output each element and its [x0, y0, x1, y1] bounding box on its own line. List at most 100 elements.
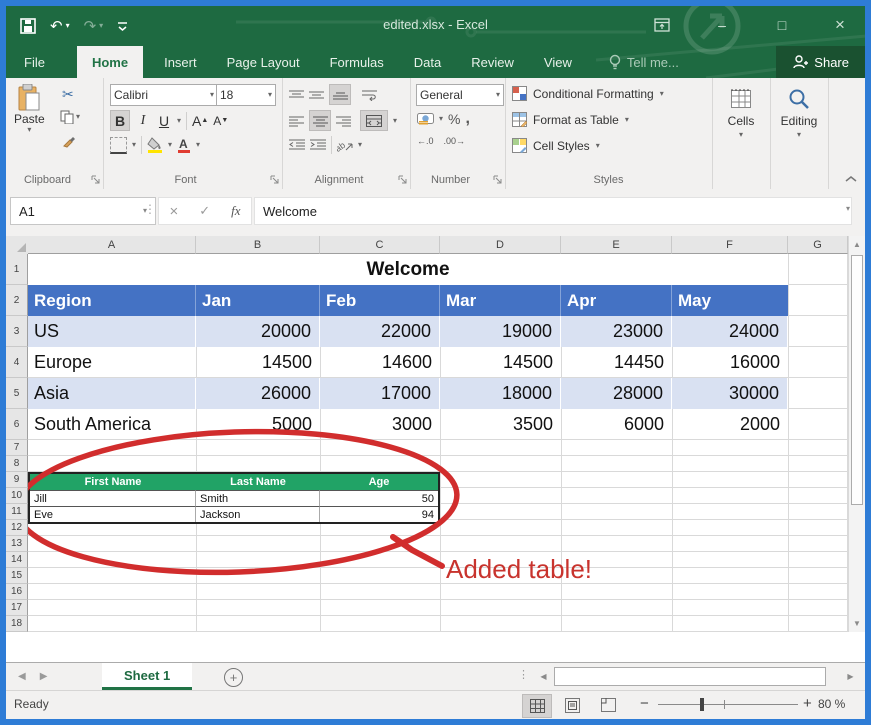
row-header[interactable]: 12	[6, 520, 28, 536]
cell[interactable]: 2000	[672, 409, 788, 440]
cell[interactable]: Europe	[28, 347, 196, 378]
cell[interactable]: Eve	[30, 506, 196, 522]
cell[interactable]: 14600	[320, 347, 440, 378]
vertical-scroll-thumb[interactable]	[851, 255, 863, 505]
cell[interactable]: Jan	[196, 285, 320, 316]
zoom-slider-track[interactable]	[658, 704, 798, 705]
comma-style-button[interactable]: ,	[465, 110, 469, 128]
decrease-decimal-button[interactable]: .00→	[444, 136, 466, 146]
cell[interactable]: 14450	[561, 347, 672, 378]
row-header[interactable]: 5	[6, 378, 28, 409]
redo-button[interactable]: ↷ ▾	[84, 17, 104, 35]
row-header[interactable]: 15	[6, 568, 28, 584]
paste-button[interactable]: Paste ▾	[14, 84, 45, 134]
cell[interactable]: Region	[28, 285, 196, 316]
cut-button[interactable]: ✂	[62, 86, 74, 103]
vertical-scrollbar[interactable]: ▲ ▼	[848, 236, 865, 632]
row-header[interactable]: 7	[6, 440, 28, 456]
number-format-select[interactable]: General ▾	[416, 84, 504, 106]
cells-area[interactable]: Welcome Region Jan Feb Mar Apr May US 20…	[28, 254, 848, 632]
close-button[interactable]: ×	[818, 12, 862, 38]
select-all-corner[interactable]	[6, 236, 29, 255]
cell[interactable]: May	[672, 285, 788, 316]
cell[interactable]: Mar	[440, 285, 561, 316]
cell[interactable]: Asia	[28, 378, 196, 409]
cells-button[interactable]: Cells ▾	[712, 88, 770, 139]
cell[interactable]: 17000	[320, 378, 440, 409]
decrease-font-size-button[interactable]: A▼	[213, 114, 228, 128]
cell[interactable]: Smith	[196, 490, 320, 506]
row-header[interactable]: 18	[6, 616, 28, 632]
cell[interactable]: Feb	[320, 285, 440, 316]
save-button[interactable]	[20, 18, 36, 34]
cell[interactable]: 14500	[196, 347, 320, 378]
merge-center-button[interactable]	[360, 110, 388, 131]
cell[interactable]: US	[28, 316, 196, 347]
row-header[interactable]: 4	[6, 347, 28, 378]
align-right-button[interactable]	[336, 115, 351, 127]
cell[interactable]: 24000	[672, 316, 788, 347]
cell[interactable]: Last Name	[196, 474, 320, 490]
cell[interactable]: 16000	[672, 347, 788, 378]
font-color-button[interactable]: A	[177, 137, 191, 153]
row-header[interactable]: 2	[6, 285, 28, 316]
column-header-a[interactable]: A	[28, 236, 196, 254]
cell[interactable]: 5000	[196, 409, 320, 440]
increase-decimal-button[interactable]: ←.0	[417, 136, 434, 146]
fill-color-button[interactable]	[147, 137, 163, 153]
cell[interactable]: 19000	[440, 316, 561, 347]
dialog-launcher-icon[interactable]	[493, 175, 502, 184]
customize-qat-button[interactable]	[117, 20, 128, 32]
font-size-select[interactable]: 18 ▾	[216, 84, 276, 106]
formula-bar-splitter[interactable]: ⋮	[144, 202, 156, 216]
row-header[interactable]: 3	[6, 316, 28, 347]
cell[interactable]: Jill	[30, 490, 196, 506]
cell[interactable]: 3000	[320, 409, 440, 440]
scroll-left-button[interactable]: ◀	[535, 667, 552, 686]
column-header-g[interactable]: G	[788, 236, 848, 254]
tab-view[interactable]: View	[529, 46, 587, 78]
row-header[interactable]: 1	[6, 254, 28, 285]
collapse-ribbon-button[interactable]	[845, 175, 857, 183]
tab-formulas[interactable]: Formulas	[315, 46, 399, 78]
page-break-preview-button[interactable]	[594, 694, 622, 716]
column-header-b[interactable]: B	[196, 236, 320, 254]
row-header[interactable]: 17	[6, 600, 28, 616]
tell-me-box[interactable]: Tell me...	[597, 46, 691, 78]
cell[interactable]: 20000	[196, 316, 320, 347]
previous-sheet-button[interactable]: ◀	[18, 671, 26, 682]
cell[interactable]: 22000	[320, 316, 440, 347]
format-as-table-button[interactable]: Format as Table ▾	[512, 112, 629, 127]
cell[interactable]: Jackson	[196, 506, 320, 522]
align-left-button[interactable]	[289, 115, 304, 127]
new-sheet-button[interactable]: +	[224, 668, 243, 687]
undo-button[interactable]: ↶ ▾	[50, 17, 70, 35]
accounting-format-button[interactable]	[417, 112, 434, 126]
cell[interactable]: 26000	[196, 378, 320, 409]
tab-insert[interactable]: Insert	[149, 46, 212, 78]
cell[interactable]: 23000	[561, 316, 672, 347]
cell[interactable]: South America	[28, 409, 196, 440]
middle-align-button[interactable]	[309, 89, 324, 101]
scroll-down-button[interactable]: ▼	[849, 615, 865, 632]
name-box[interactable]: A1 ▾	[10, 197, 156, 225]
cell[interactable]: 14500	[440, 347, 561, 378]
row-header[interactable]: 13	[6, 536, 28, 552]
zoom-slider-thumb[interactable]	[700, 698, 704, 711]
italic-button[interactable]: I	[135, 111, 151, 130]
cell-a1-title[interactable]: Welcome	[28, 254, 788, 285]
row-header[interactable]: 9	[6, 472, 28, 488]
cell[interactable]: 30000	[672, 378, 788, 409]
cell-styles-button[interactable]: Cell Styles ▾	[512, 138, 600, 153]
zoom-level[interactable]: 80 %	[818, 697, 845, 711]
dialog-launcher-icon[interactable]	[398, 175, 407, 184]
cell[interactable]: 50	[320, 490, 438, 506]
dialog-launcher-icon[interactable]	[270, 175, 279, 184]
cell[interactable]: Apr	[561, 285, 672, 316]
format-painter-button[interactable]	[62, 134, 76, 148]
row-header[interactable]: 6	[6, 409, 28, 440]
increase-indent-button[interactable]	[310, 139, 326, 151]
top-align-button[interactable]	[289, 89, 304, 101]
borders-button[interactable]	[110, 137, 127, 154]
cell[interactable]: 28000	[561, 378, 672, 409]
